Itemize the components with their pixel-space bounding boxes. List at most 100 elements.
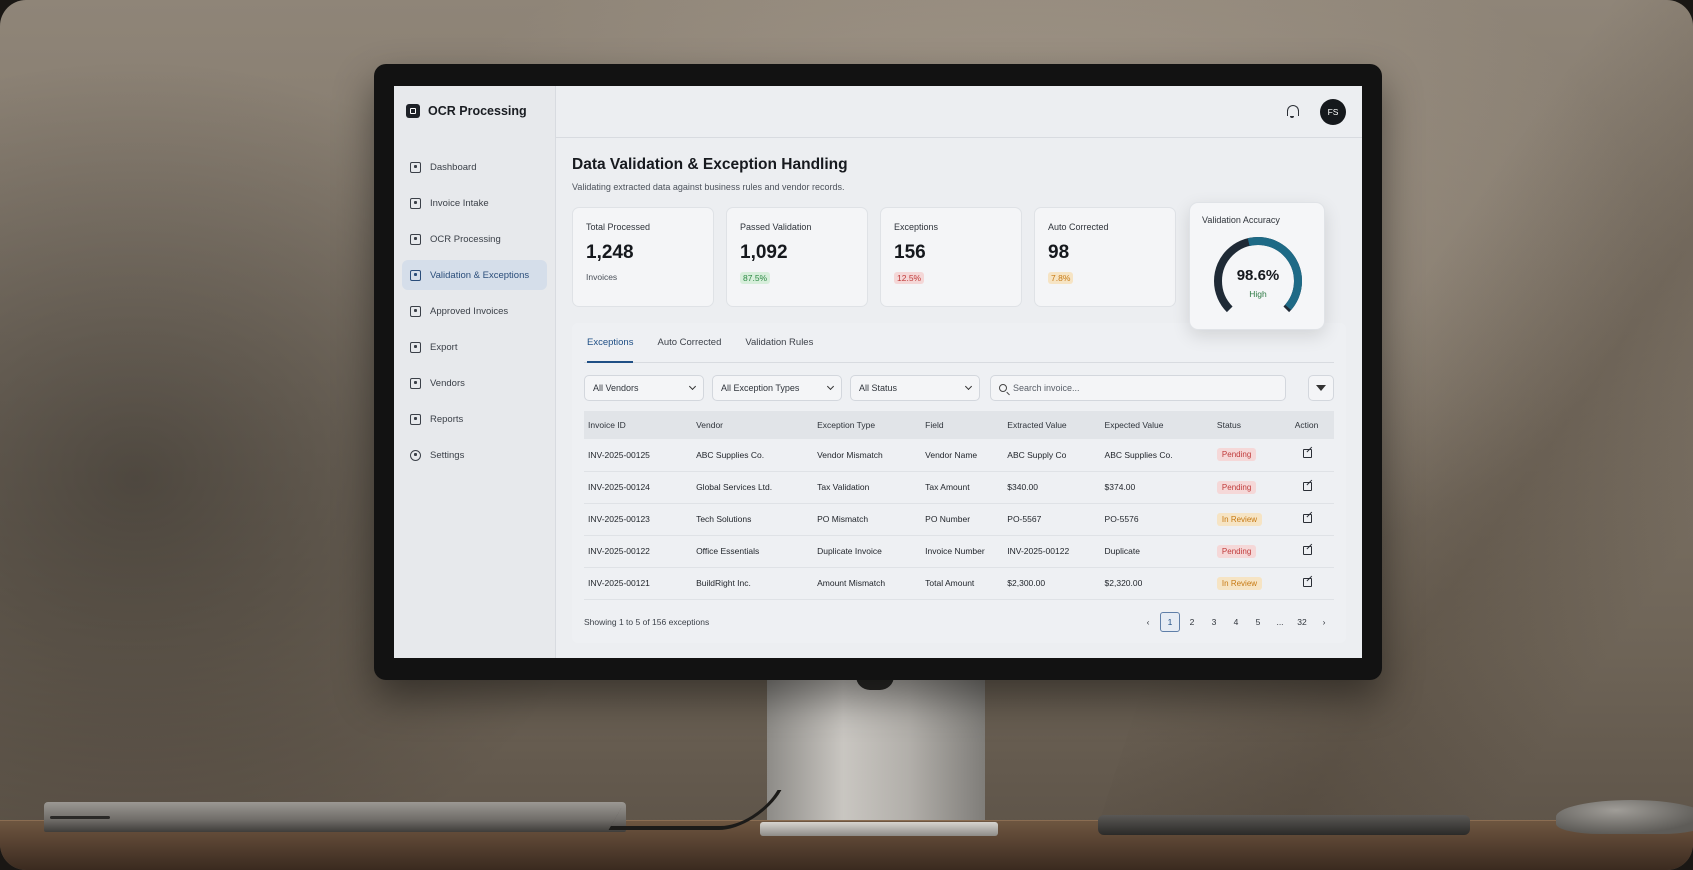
search-box[interactable] [990,375,1286,401]
app-name: OCR Processing [428,104,527,118]
sidebar-item-label: Approved Invoices [430,305,509,317]
table-row[interactable]: INV-2025-00122 Office Essentials Duplicate… [584,535,1334,568]
prev-page-button[interactable]: ‹ [1138,612,1158,632]
cell-extracted: INV-2025-00122 [1003,535,1101,568]
page-button[interactable]: 2 [1182,612,1202,632]
tab-auto-corrected[interactable]: Auto Corrected [657,323,721,363]
accuracy-status: High [1249,289,1267,299]
cell-type: Duplicate Invoice [813,535,922,568]
exception-type-filter[interactable]: All Exception Types [712,375,842,401]
table-header-row: Invoice ID Vendor Exception Type Field Extra… [584,411,1334,439]
status-badge: In Review [1216,512,1263,526]
shield-check-icon [410,269,421,281]
cell-type: Tax Validation [813,471,922,504]
sidebar-item-approved-invoices[interactable]: Approved Invoices [402,296,547,326]
table-row[interactable]: INV-2025-00121 BuildRight Inc. Amount Mism… [584,567,1334,600]
vendor-filter[interactable]: All Vendors [584,375,704,401]
page-button[interactable]: 1 [1160,611,1180,632]
sidebar-item-vendors[interactable]: Vendors [402,368,547,398]
cell-field: PO Number [921,503,1004,536]
column-header: Action [1290,411,1334,439]
cell-action [1290,439,1334,472]
cell-field: Vendor Name [921,439,1004,472]
pagination-summary: Showing 1 to 5 of 156 exceptions [584,616,710,627]
table-row[interactable]: INV-2025-00125 ABC Supplies Co. Vendor Mis… [584,439,1334,472]
column-header: Extracted Value [1003,411,1101,439]
home-icon [410,161,421,173]
exception-type-filter-value: All Exception Types [721,383,800,393]
column-header: Status [1212,411,1291,439]
tablet [1098,815,1470,835]
sidebar-item-label: Vendors [430,377,465,389]
page-button[interactable]: 5 [1248,612,1268,632]
cell-id: INV-2025-00125 [584,439,693,472]
sidebar-item-export[interactable]: Export [402,332,547,362]
sidebar-item-ocr-processing[interactable]: OCR Processing [402,224,547,254]
avatar[interactable]: FS [1320,98,1346,125]
cell-vendor: ABC Supplies Co. [692,439,814,472]
table-row[interactable]: INV-2025-00123 Tech Solutions PO Mismatch P… [584,503,1334,536]
kpi-value: 1,092 [740,242,788,263]
column-header: Exception Type [813,411,922,439]
main-content: FS Data Validation & Exception Handling … [556,86,1362,658]
cell-extracted: $340.00 [1003,471,1101,504]
sidebar-item-settings[interactable]: Settings [402,440,547,470]
table-footer: Showing 1 to 5 of 156 exceptions ‹ 1 2 3 4 5.… [584,611,1334,632]
kpi-row: Total Processed 1,248 Invoices Passed Valid… [572,202,1346,330]
sidebar: OCR Processing Dashboard Invoice Intake OC… [394,86,556,658]
sidebar-item-reports[interactable]: Reports [402,404,547,434]
page-content: Data Validation & Exception Handling Val… [556,138,1362,643]
monitor-stand [767,675,985,835]
status-filter-value: All Status [859,383,898,393]
cell-vendor: BuildRight Inc. [692,567,814,600]
cell-extracted: ABC Supply Co [1003,439,1101,472]
kpi-note: 87.5% [740,272,771,284]
edit-icon[interactable] [1302,513,1312,523]
page-button[interactable]: 3 [1204,612,1224,632]
cell-action [1290,471,1334,504]
sidebar-item-label: Reports [430,413,464,425]
sidebar-item-label: Invoice Intake [430,197,489,209]
status-filter[interactable]: All Status [850,375,980,401]
column-header: Field [921,411,1004,439]
status-badge: Pending [1216,480,1257,494]
tab-validation-rules[interactable]: Validation Rules [745,323,813,363]
page-button[interactable]: 4 [1226,612,1246,632]
cell-field: Invoice Number [921,535,1004,568]
edit-icon[interactable] [1302,481,1312,491]
tab-exceptions[interactable]: Exceptions [587,323,634,363]
bell-icon[interactable] [1286,105,1299,118]
search-icon [999,384,1007,392]
cell-expected: $2,320.00 [1100,567,1213,600]
brand[interactable]: OCR Processing [402,104,547,118]
sidebar-item-invoice-intake[interactable]: Invoice Intake [402,188,547,218]
users-icon [410,377,421,389]
cell-field: Tax Amount [921,471,1004,504]
search-input[interactable] [1013,383,1263,393]
kpi-label: Exceptions [894,222,939,232]
table-row[interactable]: INV-2025-00124 Global Services Ltd. Tax Va… [584,471,1334,504]
page-button[interactable]: 32 [1292,612,1312,632]
cell-extracted: $2,300.00 [1003,567,1101,600]
cell-action [1290,503,1334,536]
exceptions-panel: Exceptions Auto Corrected Validation Rules… [572,323,1346,643]
edit-icon[interactable] [1302,449,1312,459]
status-badge: Pending [1216,544,1257,558]
edit-icon[interactable] [1302,545,1312,555]
edit-icon[interactable] [1302,577,1312,587]
sidebar-item-validation-exceptions[interactable]: Validation & Exceptions [402,260,547,290]
cell-expected: $374.00 [1100,471,1213,504]
page-subtitle: Validating extracted data against busine… [572,182,845,192]
laptop [44,802,626,832]
cell-status: Pending [1212,471,1291,504]
next-page-button[interactable]: › [1314,612,1334,632]
cell-id: INV-2025-00124 [584,471,693,504]
sidebar-item-dashboard[interactable]: Dashboard [402,152,547,182]
cell-type: Amount Mismatch [813,567,922,600]
app-logo-icon [406,104,420,118]
chevron-down-icon [964,382,973,391]
pagination-ellipsis: ... [1276,616,1284,627]
kpi-card: Passed Validation 1,092 87.5% [726,207,868,307]
filter-button[interactable] [1308,375,1334,401]
sidebar-nav: Dashboard Invoice Intake OCR Processing Val… [402,152,547,470]
